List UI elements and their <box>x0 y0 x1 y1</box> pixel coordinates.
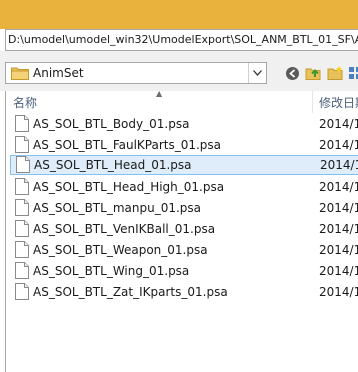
file-row[interactable]: AS_SOL_BTL_VenIKBall_01.psa 2014/1 <box>6 219 358 239</box>
file-name: AS_SOL_BTL_FaulKParts_01.psa <box>33 138 222 152</box>
file-name: AS_SOL_BTL_Head_01.psa <box>34 158 192 172</box>
file-icon <box>15 241 29 258</box>
column-header-date[interactable]: 修改日期 <box>319 94 358 111</box>
file-modified-date: 2014/1 <box>319 285 358 299</box>
file-row[interactable]: AS_SOL_BTL_manpu_01.psa 2014/1 <box>6 198 358 218</box>
file-name: AS_SOL_BTL_Wing_01.psa <box>33 264 190 278</box>
file-icon <box>15 199 29 216</box>
file-icon <box>15 220 29 237</box>
window-frame-top <box>0 0 358 29</box>
file-list[interactable]: ▲ 名称 修改日期 AS_SOL_BTL_Body_01.psa2014/1AS… <box>5 89 358 372</box>
file-row[interactable]: AS_SOL_BTL_Wing_01.psa 2014/1 <box>6 261 358 281</box>
file-row[interactable]: AS_SOL_BTL_Head_High_01.psa 2014/1 <box>6 177 358 197</box>
file-row[interactable]: AS_SOL_BTL_Head_01.psa 2014/1 <box>10 155 358 175</box>
file-modified-date: 2014/1 <box>319 201 358 215</box>
address-path-input[interactable]: D:\umodel\umodel_win32\UmodelExport\SOL_… <box>5 29 358 51</box>
look-in-combobox[interactable]: AnimSet <box>5 62 267 84</box>
back-icon[interactable] <box>283 64 301 82</box>
column-header-name[interactable]: 名称 <box>13 94 37 111</box>
file-name: AS_SOL_BTL_VenIKBall_01.psa <box>33 222 216 236</box>
file-name: AS_SOL_BTL_Zat_IKparts_01.psa <box>33 285 228 299</box>
chevron-down-icon[interactable] <box>248 63 266 83</box>
folder-icon <box>11 67 29 80</box>
file-modified-date: 2014/1 <box>319 117 358 131</box>
column-divider[interactable] <box>312 91 313 113</box>
new-folder-icon[interactable] <box>326 64 344 82</box>
file-name: AS_SOL_BTL_Head_High_01.psa <box>33 180 225 194</box>
file-row[interactable]: AS_SOL_BTL_FaulKParts_01.psa 2014/1 <box>6 135 358 155</box>
file-modified-date: 2014/1 <box>319 243 358 257</box>
file-modified-date: 2014/1 <box>319 264 358 278</box>
file-row[interactable]: AS_SOL_BTL_Zat_IKparts_01.psa 2014/1 <box>6 282 358 302</box>
file-row[interactable]: AS_SOL_BTL_Body_01.psa 2014/1 <box>6 114 358 134</box>
file-icon <box>15 283 29 300</box>
file-modified-date: 2014/1 <box>319 180 358 194</box>
file-icon <box>15 115 29 132</box>
file-name: AS_SOL_BTL_manpu_01.psa <box>33 201 201 215</box>
file-modified-date: 2014/1 <box>319 138 358 152</box>
up-folder-icon[interactable] <box>304 64 322 82</box>
file-name: AS_SOL_BTL_Weapon_01.psa <box>33 243 208 257</box>
sort-ascending-icon: ▲ <box>156 89 163 98</box>
view-menu-icon[interactable] <box>346 64 358 82</box>
look-in-folder-label: AnimSet <box>33 66 84 80</box>
navigation-toolbar: AnimSet <box>0 51 358 91</box>
file-icon <box>15 178 29 195</box>
file-row[interactable]: AS_SOL_BTL_Weapon_01.psa 2014/1 <box>6 240 358 260</box>
file-icon <box>16 156 30 173</box>
file-icon <box>15 262 29 279</box>
column-header-row: ▲ 名称 修改日期 <box>6 89 358 113</box>
file-name: AS_SOL_BTL_Body_01.psa <box>33 117 190 131</box>
file-icon <box>15 136 29 153</box>
file-modified-date: 2014/1 <box>319 222 358 236</box>
file-modified-date: 2014/1 <box>320 158 358 172</box>
